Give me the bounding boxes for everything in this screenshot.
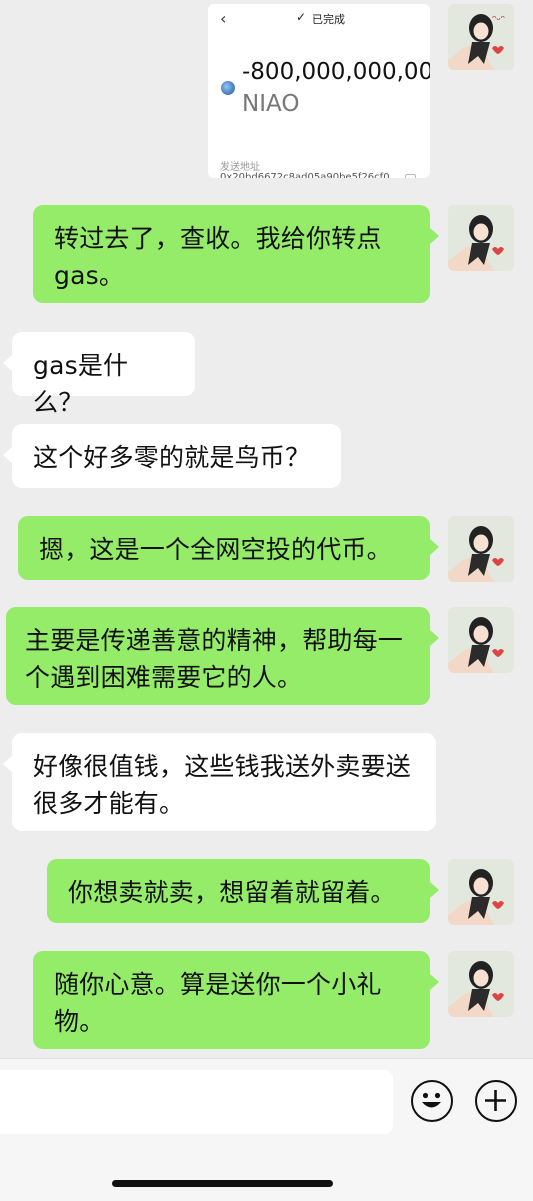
sender-address: 0x20bd6672c8ad05a90be5f26cf0: [220, 172, 390, 178]
avatar-illustration: [448, 607, 514, 673]
back-icon: ‹: [220, 9, 227, 28]
message-bubble-sent[interactable]: 你想卖就卖，想留着就留着。: [47, 859, 439, 923]
plus-icon: [485, 1090, 506, 1111]
transaction-status: 已完成: [312, 13, 345, 26]
amount-value: -800,000,000,000: [242, 59, 430, 85]
check-icon: ✓: [296, 10, 307, 24]
avatar-illustration: [448, 859, 514, 925]
message-bubble-received[interactable]: 好像很值钱，这些钱我送外卖要送很多才能有。: [3, 733, 436, 831]
avatar-illustration: ᴖᴗᴖ: [448, 4, 514, 70]
emoji-icon: [422, 1092, 441, 1108]
message-bubble-sent[interactable]: 转过去了，查收。我给你转点gas。: [33, 205, 439, 303]
message-text: 转过去了，查收。我给你转点gas。: [54, 224, 382, 290]
message-bubble-received[interactable]: 这个好多零的就是鸟币？: [3, 424, 341, 488]
amount-unit: NIAO: [242, 91, 300, 117]
avatar-illustration: [448, 516, 514, 582]
copy-icon: [405, 174, 416, 178]
emoji-button[interactable]: [411, 1080, 453, 1122]
wallet-screenshot-message[interactable]: ‹ ✓ 已完成 -800,000,000,000 NIAO 发送地址 0x20b…: [208, 4, 430, 178]
message-text: 主要是传递善意的精神，帮助每一个遇到困难需要它的人。: [25, 626, 404, 692]
message-bubble-received[interactable]: gas是什么？: [3, 332, 195, 417]
message-bubble-sent[interactable]: 摁，这是一个全网空投的代币。: [18, 516, 439, 580]
message-text: 好像很值钱，这些钱我送外卖要送很多才能有。: [33, 752, 412, 818]
avatar[interactable]: [448, 516, 514, 582]
message-text: 这个好多零的就是鸟币？: [33, 443, 311, 472]
avatar-illustration: [448, 205, 514, 271]
avatar[interactable]: [448, 859, 514, 925]
avatar-illustration: [448, 951, 514, 1017]
avatar[interactable]: [448, 951, 514, 1017]
message-input[interactable]: [0, 1070, 393, 1134]
message-bubble-sent[interactable]: 主要是传递善意的精神，帮助每一个遇到困难需要它的人。: [6, 607, 439, 705]
address-label: 发送地址: [220, 162, 260, 173]
home-indicator[interactable]: [112, 1180, 333, 1187]
avatar[interactable]: [448, 205, 514, 271]
message-text: 摁，这是一个全网空投的代币。: [39, 535, 392, 564]
avatar[interactable]: [448, 607, 514, 673]
message-bubble-sent[interactable]: 随你心意。算是送你一个小礼物。: [33, 951, 439, 1049]
coin-icon: [221, 81, 235, 95]
message-text: 随你心意。算是送你一个小礼物。: [54, 970, 382, 1036]
message-text: 你想卖就卖，想留着就留着。: [68, 878, 396, 907]
message-text: gas是什么？: [33, 351, 129, 417]
svg-text:ᴖᴗᴖ: ᴖᴗᴖ: [492, 14, 505, 22]
transaction-amount: -800,000,000,000 NIAO: [242, 56, 430, 120]
more-button[interactable]: [475, 1080, 517, 1122]
avatar[interactable]: ᴖᴗᴖ: [448, 4, 514, 70]
